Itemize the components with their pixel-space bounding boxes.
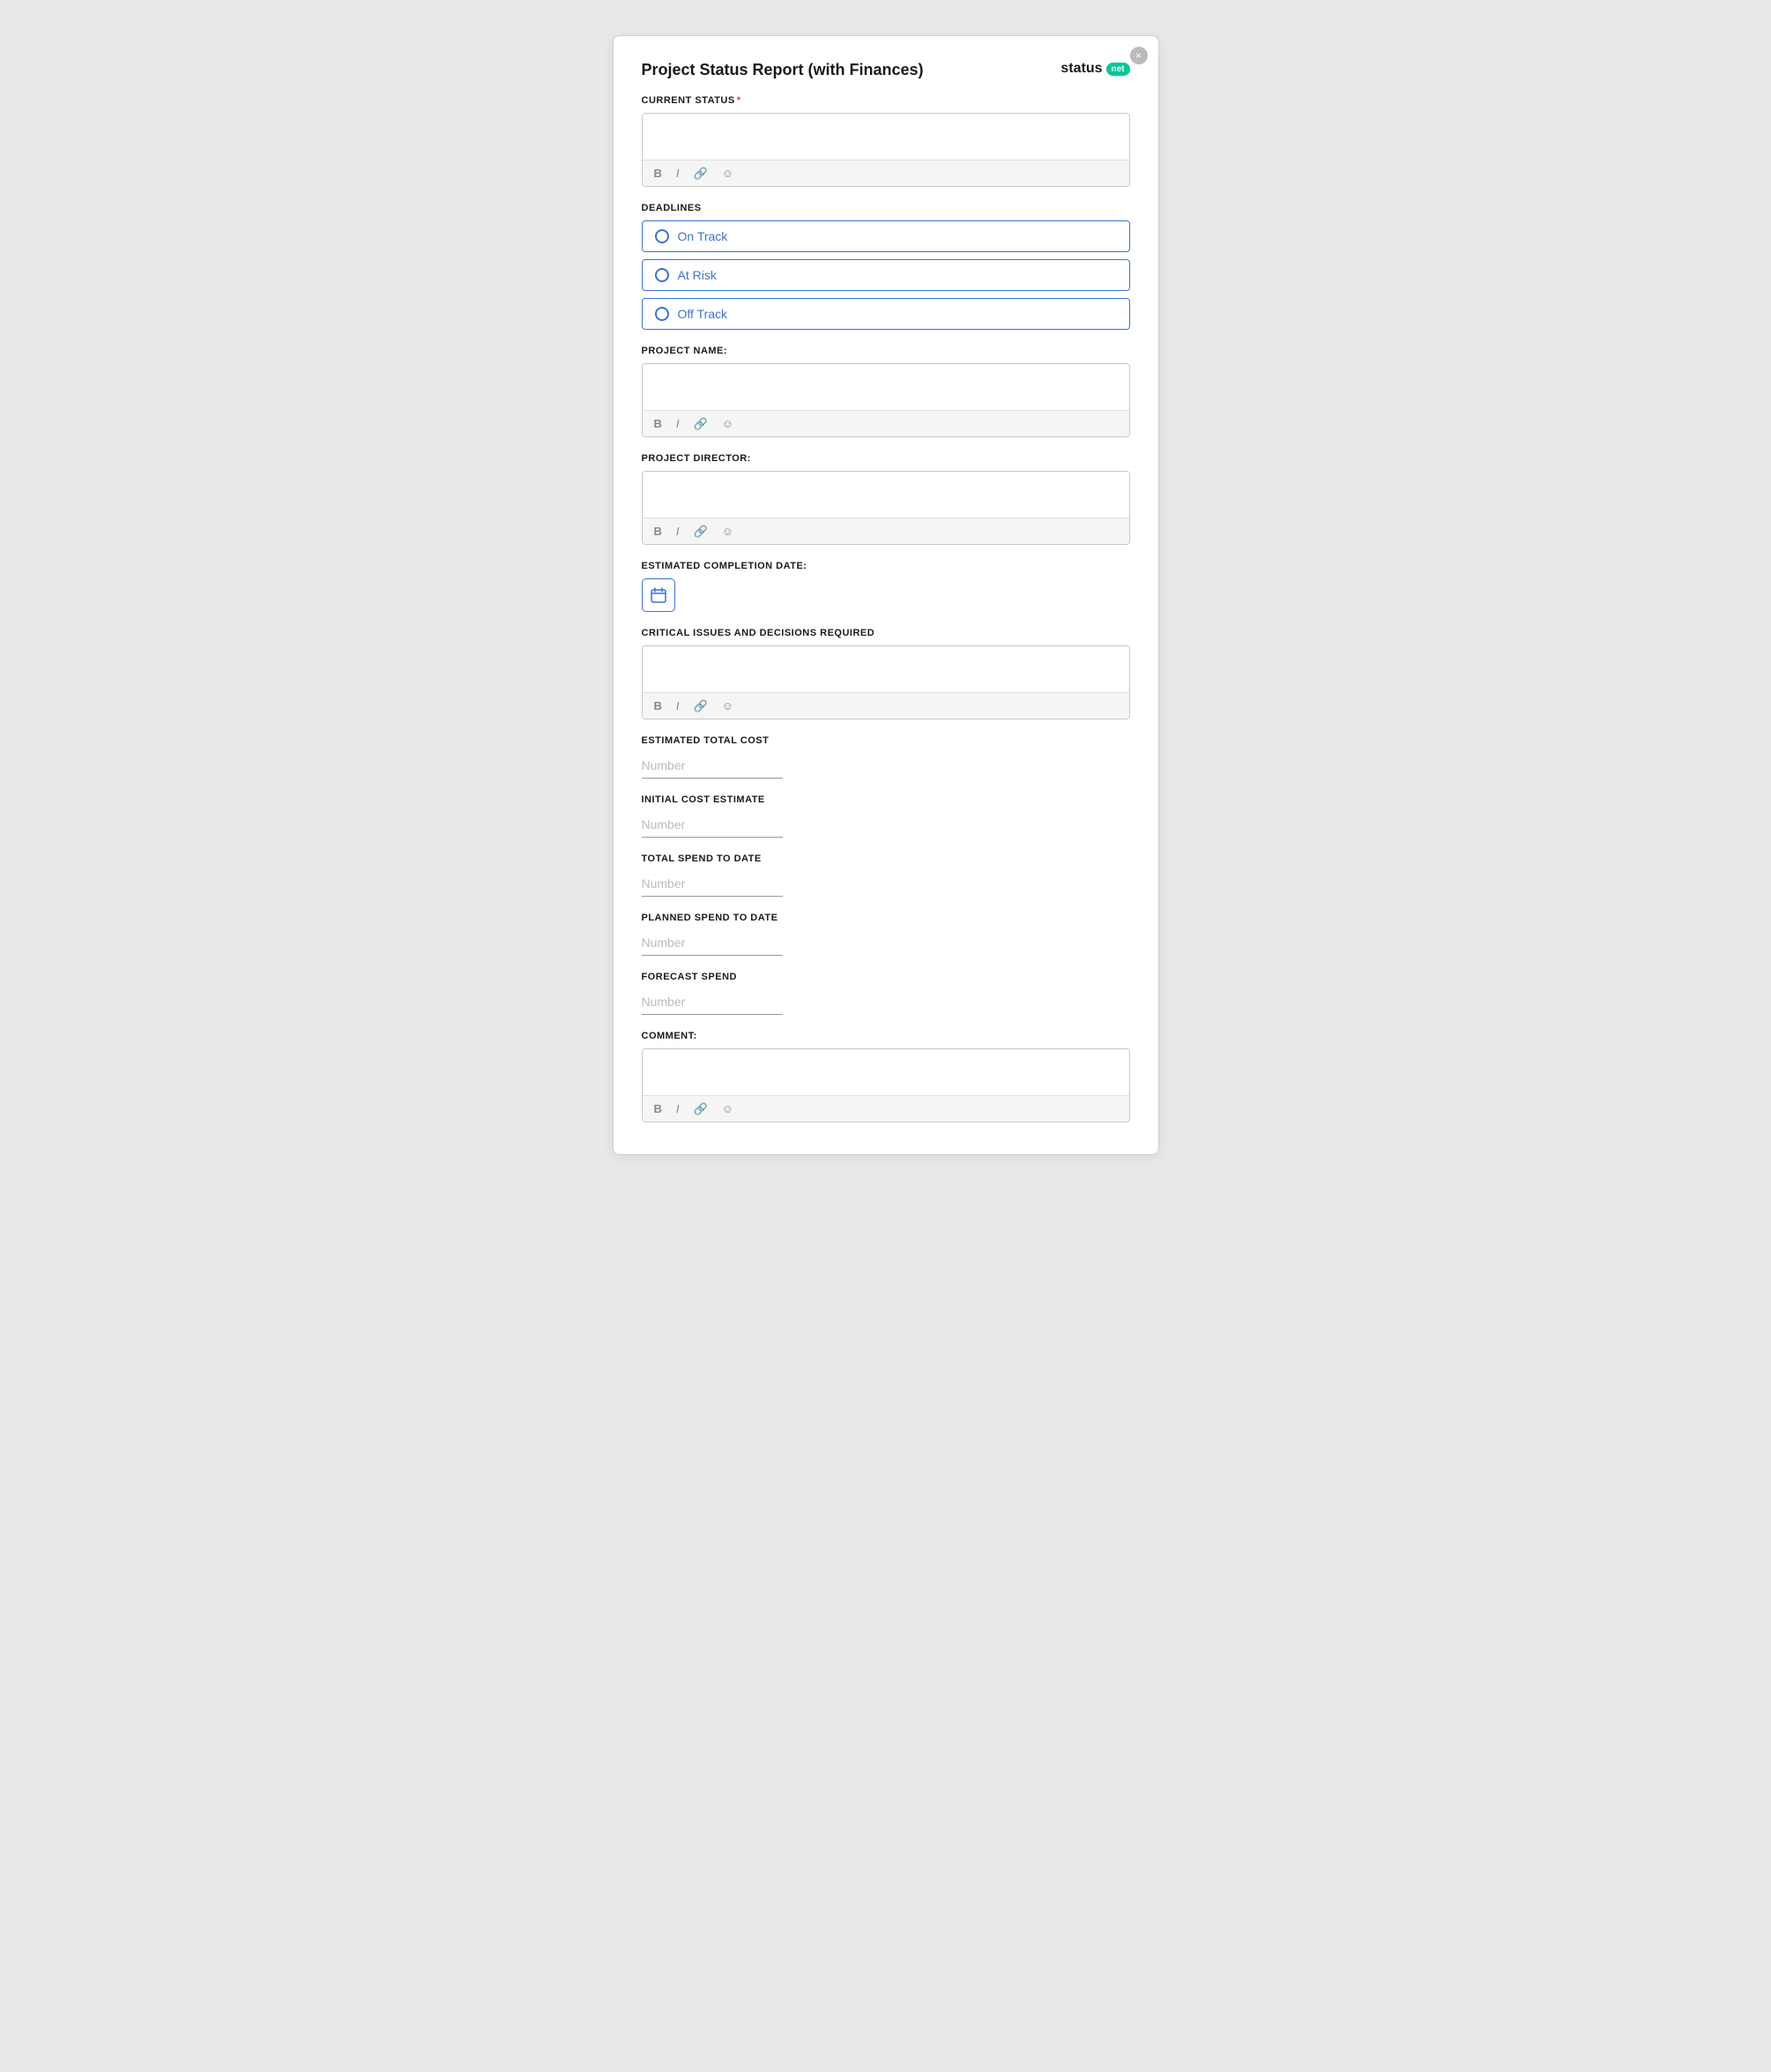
deadline-at-risk-radio[interactable] (655, 268, 669, 282)
brand-name: status (1060, 61, 1102, 77)
comment-toolbar: B I 🔗 ☺ (643, 1095, 1129, 1122)
project-name-label: PROJECT NAME: (642, 346, 1130, 356)
modal-container: Project Status Report (with Finances) st… (613, 35, 1159, 1155)
close-button[interactable]: × (1130, 47, 1148, 64)
critical-issues-emoji-btn[interactable]: ☺ (719, 698, 736, 713)
current-status-link-btn[interactable]: 🔗 (691, 166, 711, 181)
project-director-editor: B I 🔗 ☺ (642, 471, 1130, 545)
critical-issues-bold-btn[interactable]: B (651, 698, 665, 713)
comment-bold-btn[interactable]: B (651, 1101, 665, 1116)
forecast-spend-group: FORECAST SPEND (642, 972, 1130, 1015)
comment-link-btn[interactable]: 🔗 (691, 1101, 711, 1116)
deadline-off-track-radio[interactable] (655, 307, 669, 321)
comment-emoji-btn[interactable]: ☺ (719, 1101, 736, 1116)
project-name-italic-btn[interactable]: I (673, 416, 682, 431)
initial-cost-estimate-input[interactable] (642, 812, 783, 838)
current-status-toolbar: B I 🔗 ☺ (643, 160, 1129, 186)
project-name-emoji-btn[interactable]: ☺ (719, 416, 736, 431)
planned-spend-to-date-label: PLANNED SPEND TO DATE (642, 913, 1130, 923)
critical-issues-label: CRITICAL ISSUES AND DECISIONS REQUIRED (642, 628, 1130, 638)
critical-issues-editor: B I 🔗 ☺ (642, 645, 1130, 719)
critical-issues-input[interactable] (643, 646, 1129, 692)
forecast-spend-label: FORECAST SPEND (642, 972, 1130, 982)
calendar-icon (650, 586, 667, 604)
estimated-total-cost-label: ESTIMATED TOTAL COST (642, 735, 1130, 746)
project-name-link-btn[interactable]: 🔗 (691, 416, 711, 431)
comment-label: COMMENT: (642, 1031, 1130, 1041)
deadline-at-risk-label: At Risk (678, 268, 717, 282)
date-picker-button[interactable] (642, 578, 675, 612)
planned-spend-to-date-input[interactable] (642, 930, 783, 956)
deadline-off-track-label: Off Track (678, 307, 728, 321)
project-director-emoji-btn[interactable]: ☺ (719, 524, 736, 539)
project-director-link-btn[interactable]: 🔗 (691, 524, 711, 539)
completion-date-label: ESTIMATED COMPLETION DATE: (642, 561, 1130, 571)
total-spend-to-date-label: TOTAL SPEND TO DATE (642, 853, 1130, 864)
estimated-total-cost-group: ESTIMATED TOTAL COST (642, 735, 1130, 779)
project-director-input[interactable] (643, 472, 1129, 518)
deadline-on-track-radio[interactable] (655, 229, 669, 243)
deadline-off-track[interactable]: Off Track (642, 298, 1130, 330)
total-spend-to-date-group: TOTAL SPEND TO DATE (642, 853, 1130, 897)
deadline-at-risk[interactable]: At Risk (642, 259, 1130, 291)
planned-spend-to-date-group: PLANNED SPEND TO DATE (642, 913, 1130, 956)
comment-italic-btn[interactable]: I (673, 1101, 682, 1116)
project-name-input[interactable] (643, 364, 1129, 410)
current-status-editor: B I 🔗 ☺ (642, 113, 1130, 187)
modal-title-group: Project Status Report (with Finances) (642, 61, 924, 79)
total-spend-to-date-input[interactable] (642, 871, 783, 897)
deadline-on-track[interactable]: On Track (642, 220, 1130, 252)
critical-issues-toolbar: B I 🔗 ☺ (643, 692, 1129, 719)
current-status-bold-btn[interactable]: B (651, 166, 665, 181)
project-name-toolbar: B I 🔗 ☺ (643, 410, 1129, 436)
initial-cost-estimate-group: INITIAL COST ESTIMATE (642, 794, 1130, 838)
current-status-label: CURRENT STATUS* (642, 95, 1130, 106)
estimated-total-cost-input[interactable] (642, 753, 783, 779)
required-star: * (737, 95, 741, 106)
modal-header: Project Status Report (with Finances) st… (642, 61, 1130, 79)
project-director-bold-btn[interactable]: B (651, 524, 665, 539)
project-name-bold-btn[interactable]: B (651, 416, 665, 431)
critical-issues-italic-btn[interactable]: I (673, 698, 682, 713)
project-director-label: PROJECT DIRECTOR: (642, 453, 1130, 464)
project-director-italic-btn[interactable]: I (673, 524, 682, 539)
current-status-italic-btn[interactable]: I (673, 166, 682, 181)
current-status-input[interactable] (643, 114, 1129, 160)
critical-issues-link-btn[interactable]: 🔗 (691, 698, 711, 713)
initial-cost-estimate-label: INITIAL COST ESTIMATE (642, 794, 1130, 805)
forecast-spend-input[interactable] (642, 989, 783, 1015)
modal-title: Project Status Report (with Finances) (642, 61, 924, 79)
brand-badge: net (1106, 63, 1130, 76)
project-director-toolbar: B I 🔗 ☺ (643, 518, 1129, 544)
comment-editor: B I 🔗 ☺ (642, 1048, 1130, 1122)
deadlines-section: DEADLINES On Track At Risk Off Track (642, 203, 1130, 330)
deadlines-label: DEADLINES (642, 203, 1130, 213)
comment-input[interactable] (643, 1049, 1129, 1095)
deadline-on-track-label: On Track (678, 229, 728, 243)
project-name-editor: B I 🔗 ☺ (642, 363, 1130, 437)
brand-logo: status net (1060, 61, 1129, 77)
current-status-emoji-btn[interactable]: ☺ (719, 166, 736, 181)
